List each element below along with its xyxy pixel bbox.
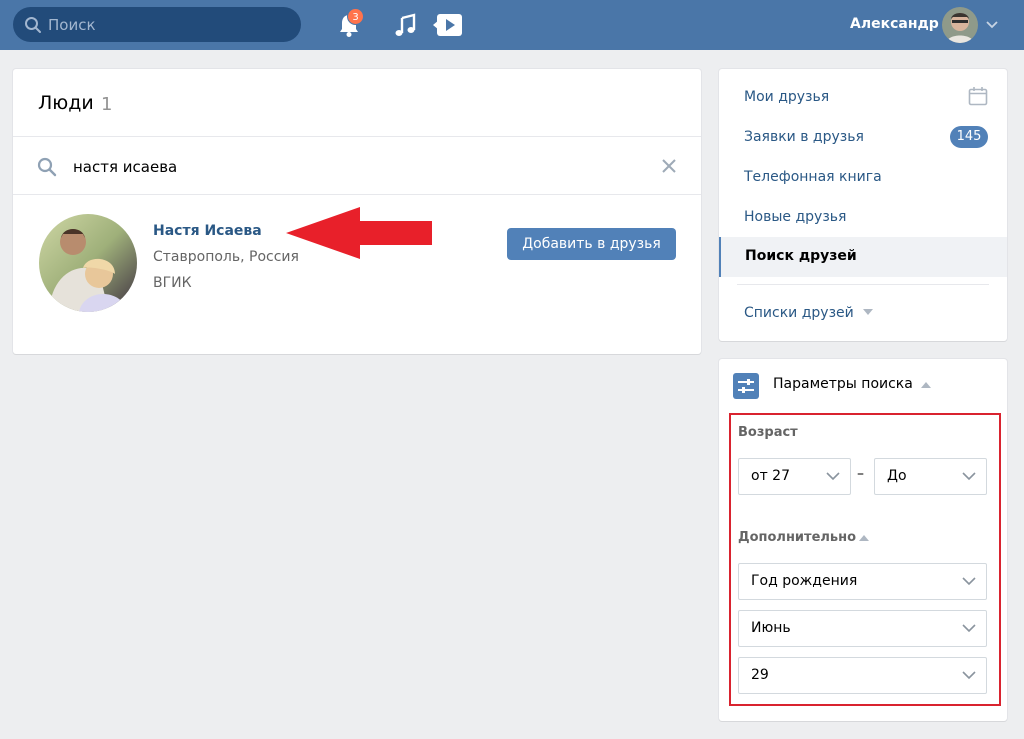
friend-lists-toggle[interactable]: Списки друзей bbox=[744, 305, 854, 321]
notifications-badge: 3 bbox=[347, 8, 364, 25]
search-icon bbox=[37, 157, 57, 177]
age-to-select[interactable]: До bbox=[874, 458, 987, 495]
red-arrow-annotation bbox=[286, 207, 432, 259]
divider bbox=[13, 194, 701, 195]
video-play-icon[interactable] bbox=[431, 11, 463, 39]
caret-up-icon bbox=[859, 535, 869, 541]
friends-menu: Мои друзья Заявки в друзья 145 Телефонна… bbox=[719, 69, 1007, 341]
select-value: Год рождения bbox=[751, 573, 858, 589]
menu-item-new-friends[interactable]: Новые друзья bbox=[744, 209, 846, 225]
caret-down-icon bbox=[863, 309, 873, 315]
search-icon bbox=[25, 17, 41, 33]
select-value: от 27 bbox=[751, 468, 790, 484]
select-value: До bbox=[887, 468, 907, 484]
clear-icon[interactable] bbox=[661, 158, 677, 174]
add-friend-button[interactable]: Добавить в друзья bbox=[507, 228, 676, 260]
chevron-down-icon bbox=[962, 577, 976, 586]
page-title: Люди bbox=[38, 92, 94, 114]
music-note-icon[interactable] bbox=[393, 12, 417, 38]
age-label: Возраст bbox=[738, 425, 798, 440]
results-count: 1 bbox=[101, 94, 113, 115]
menu-item-label: Поиск друзей bbox=[745, 248, 857, 264]
user-avatar[interactable] bbox=[942, 7, 978, 43]
person-name-link[interactable]: Настя Исаева bbox=[153, 223, 262, 239]
menu-item-friend-requests[interactable]: Заявки в друзья bbox=[744, 129, 864, 145]
birth-year-select[interactable]: Год рождения bbox=[738, 563, 987, 600]
top-header: Поиск 3 Александр bbox=[0, 0, 1024, 50]
range-separator: – bbox=[857, 466, 864, 482]
birth-day-select[interactable]: 29 bbox=[738, 657, 987, 694]
age-from-select[interactable]: от 27 bbox=[738, 458, 851, 495]
search-params-title[interactable]: Параметры поиска bbox=[773, 376, 913, 392]
global-search-input[interactable]: Поиск bbox=[13, 7, 301, 42]
chevron-down-icon bbox=[826, 472, 840, 481]
sliders-icon[interactable] bbox=[733, 373, 759, 399]
people-search-query[interactable]: настя исаева bbox=[73, 158, 177, 176]
chevron-down-icon bbox=[962, 671, 976, 680]
person-city: Ставрополь, Россия bbox=[153, 249, 299, 265]
chevron-down-icon bbox=[962, 624, 976, 633]
menu-item-my-friends[interactable]: Мои друзья bbox=[744, 89, 829, 105]
chevron-down-icon bbox=[962, 472, 976, 481]
requests-count-badge: 145 bbox=[950, 126, 988, 148]
birth-month-select[interactable]: Июнь bbox=[738, 610, 987, 647]
calendar-icon[interactable] bbox=[968, 86, 988, 106]
search-placeholder: Поиск bbox=[48, 16, 96, 34]
search-params-panel: Параметры поиска Возраст от 27 – До Допо… bbox=[719, 359, 1007, 721]
divider bbox=[737, 284, 989, 285]
menu-item-phone-book[interactable]: Телефонная книга bbox=[744, 169, 882, 185]
user-name[interactable]: Александр bbox=[850, 16, 939, 32]
chevron-down-icon[interactable] bbox=[986, 21, 998, 29]
select-value: 29 bbox=[751, 667, 769, 683]
person-university: ВГИК bbox=[153, 275, 192, 291]
select-value: Июнь bbox=[751, 620, 791, 636]
caret-up-icon[interactable] bbox=[921, 382, 931, 388]
person-avatar[interactable] bbox=[39, 214, 137, 312]
menu-item-find-friends[interactable]: Поиск друзей bbox=[719, 237, 1007, 277]
extra-params-toggle[interactable]: Дополнительно bbox=[738, 530, 856, 545]
